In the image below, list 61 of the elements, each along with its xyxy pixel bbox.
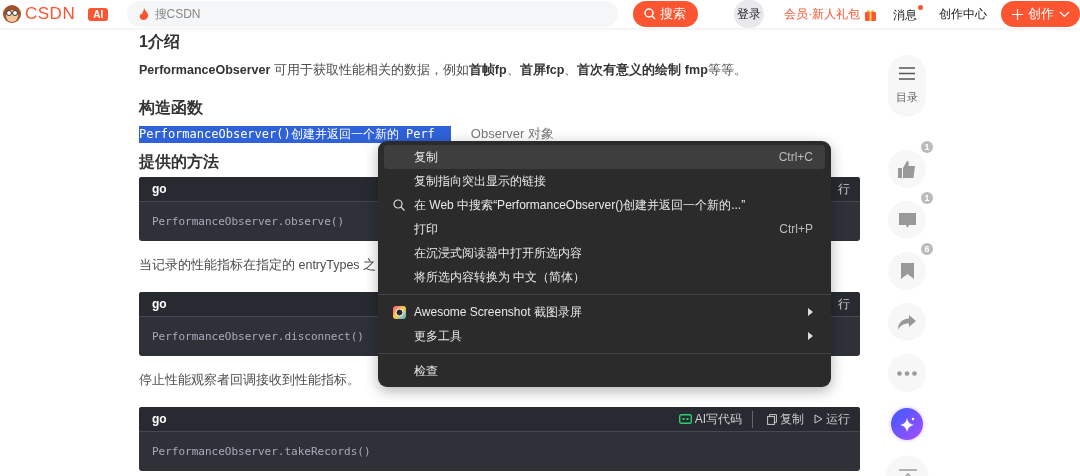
paragraph: 停止性能观察者回调接收到性能指标。 <box>139 372 360 389</box>
run-button[interactable]: 运行 <box>814 410 850 428</box>
menu-item[interactable]: 在沉浸式阅读器中打开所选内容 <box>384 241 825 265</box>
search-icon <box>644 8 657 20</box>
robot-icon <box>678 414 692 424</box>
menu-item[interactable]: 将所选内容转换为 中文（简体） <box>384 265 825 289</box>
share-button[interactable] <box>888 303 926 341</box>
menu-item[interactable]: 检查 <box>384 359 825 383</box>
code-language: go <box>152 182 167 196</box>
search-icon <box>393 199 405 211</box>
paragraph: Observer 对象 <box>470 125 554 143</box>
menu-item[interactable]: Awesome Screenshot 截图录屏 <box>384 300 825 324</box>
menu-item[interactable]: 复制指向突出显示的链接 <box>384 169 825 193</box>
more-icon <box>897 370 917 376</box>
code-language: go <box>152 297 167 311</box>
menu-item[interactable]: 在 Web 中搜索“PerformanceObserver()创建并返回一个新的...” <box>384 193 825 217</box>
ring-logo-icon <box>392 305 406 319</box>
ai-code-button[interactable]: AI写代码 <box>678 410 742 428</box>
menu-item[interactable]: 更多工具 <box>384 324 825 348</box>
bookmark-icon <box>900 263 914 279</box>
more-button[interactable] <box>888 354 926 392</box>
copy-icon <box>767 413 777 425</box>
comment-icon <box>898 212 916 228</box>
selected-text: PerformanceObserver()创建并返回一个新的 Perf <box>139 125 451 143</box>
like-button[interactable] <box>888 150 926 188</box>
creator-center-link[interactable]: 创作中心 <box>939 5 988 23</box>
section-heading: 构造函数 <box>139 98 203 118</box>
play-icon <box>814 414 823 424</box>
count-badge: 1 <box>921 192 933 204</box>
menu-item[interactable]: 复制 Ctrl+C <box>384 145 825 169</box>
code-line: PerformanceObserver.disconnect() <box>152 330 364 343</box>
count-badge: 6 <box>921 243 933 255</box>
flame-icon <box>138 8 149 20</box>
collect-button[interactable] <box>888 252 926 290</box>
shortcut-label: Ctrl+C <box>778 150 813 164</box>
paragraph: 当记录的性能指标在指定的 entryTypes 之 <box>139 257 377 274</box>
section-heading: 提供的方法 <box>139 152 219 172</box>
messages-link[interactable]: 消息 <box>893 4 924 24</box>
plus-icon <box>1011 8 1023 20</box>
paragraph: PerformanceObserver 可用于获取性能相关的数据，例如首帧fp、首屏fcp、首次有意义的绘制 fmp等等。 <box>139 62 747 79</box>
gift-icon <box>864 7 878 21</box>
share-arrow-icon <box>898 314 916 330</box>
toc-button[interactable]: 目录 <box>888 55 926 117</box>
run-link[interactable]: 行 <box>838 295 850 313</box>
menu-icon <box>899 67 915 80</box>
login-button[interactable]: 登录 <box>734 0 765 28</box>
thumbs-up-icon <box>898 160 916 178</box>
code-language: go <box>152 412 167 426</box>
menu-item[interactable]: 打印 Ctrl+P <box>384 217 825 241</box>
shortcut-label: Ctrl+P <box>779 222 813 236</box>
code-line: PerformanceObserver.takeRecords() <box>152 445 371 458</box>
comment-button[interactable] <box>888 201 926 239</box>
section-heading: 1介绍 <box>139 32 180 52</box>
toc-label: 目录 <box>896 90 918 105</box>
caret-icon <box>1058 10 1070 18</box>
search-field[interactable]: 搜CSDN <box>126 1 618 27</box>
ai-button[interactable] <box>891 408 923 440</box>
count-badge: 1 <box>921 141 933 153</box>
run-link[interactable]: 行 <box>838 180 850 198</box>
copy-button[interactable]: 复制 <box>752 410 804 428</box>
code-line: PerformanceObserver.observe() <box>152 215 345 228</box>
